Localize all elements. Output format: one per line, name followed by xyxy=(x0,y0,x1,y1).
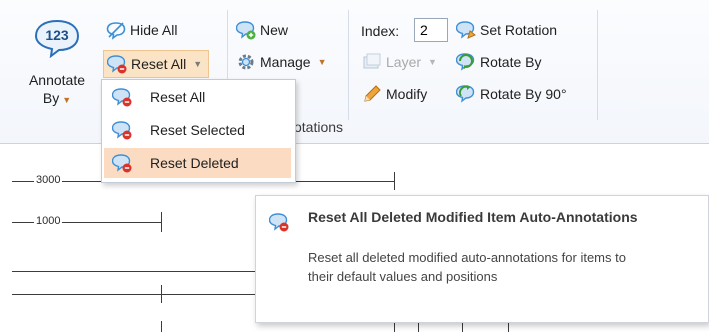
hide-all-label: Hide All xyxy=(130,22,178,38)
reset-all-label: Reset All xyxy=(131,56,187,72)
rotate-by-button[interactable]: Rotate By xyxy=(456,52,541,72)
dimension-tick xyxy=(161,212,162,232)
annotate-123-icon: 123 xyxy=(33,18,81,59)
modify-button[interactable]: Modify xyxy=(362,84,427,104)
index-label: Index: xyxy=(361,23,400,39)
chevron-down-icon: ▼ xyxy=(193,59,203,69)
tooltip-title: Reset All Deleted Modified Item Auto-Ann… xyxy=(308,209,638,225)
layer-button[interactable]: Layer ▼ xyxy=(362,52,437,72)
chevron-down-icon: ▼ xyxy=(62,95,72,105)
layer-label: Layer xyxy=(386,54,422,70)
tooltip-reset-icon xyxy=(268,212,289,232)
rotate-by-90-label: Rotate By 90° xyxy=(480,86,567,102)
manage-button[interactable]: Manage ▼ xyxy=(236,52,327,72)
drawing-line xyxy=(12,294,262,295)
annotate-by-button[interactable]: 123 Annotate By ▼ xyxy=(22,8,92,128)
dimension-tick xyxy=(394,172,395,190)
annotate-icon-text: 123 xyxy=(45,27,69,43)
drawing-tick xyxy=(462,322,463,332)
drawing-tick xyxy=(418,322,419,332)
chevron-down-icon: ▼ xyxy=(428,57,437,67)
modify-pencil-icon xyxy=(362,84,382,104)
annotate-by-label-line1: Annotate xyxy=(28,72,86,88)
set-rotation-button[interactable]: Set Rotation xyxy=(456,20,557,40)
hide-all-button[interactable]: Hide All xyxy=(106,20,177,40)
annotate-by-label-line2: By ▼ xyxy=(22,90,92,106)
ribbon-separator xyxy=(597,10,598,120)
drawing-tick xyxy=(161,285,162,303)
menu-item-label: Reset Deleted xyxy=(150,155,239,171)
new-annotation-button[interactable]: New xyxy=(236,20,288,40)
menu-item-reset-selected[interactable]: Reset Selected xyxy=(104,115,291,145)
chevron-down-icon: ▼ xyxy=(317,57,327,67)
rotate-by-label: Rotate By xyxy=(480,54,542,70)
modify-label: Modify xyxy=(386,86,428,102)
layer-icon xyxy=(362,52,382,72)
manage-label: Manage xyxy=(260,54,311,70)
reset-annotation-icon xyxy=(112,120,132,140)
new-annotation-icon xyxy=(236,20,256,40)
drawing-tick xyxy=(508,322,509,332)
drawing-tick xyxy=(394,322,395,332)
dimension-3000-label: 3000 xyxy=(34,174,63,186)
reset-annotation-icon xyxy=(107,54,127,74)
menu-item-reset-deleted[interactable]: Reset Deleted xyxy=(104,148,291,178)
drawing-line xyxy=(12,271,262,272)
hide-annotation-icon xyxy=(106,20,126,40)
ribbon-group-label: otations xyxy=(294,119,344,135)
reset-annotation-icon xyxy=(112,87,132,107)
tooltip-body: Reset all deleted modified auto-annotati… xyxy=(308,250,626,284)
rotate-by-90-icon xyxy=(456,84,476,104)
drawing-tick xyxy=(161,321,162,332)
menu-item-label: Reset Selected xyxy=(150,122,245,138)
new-label: New xyxy=(260,22,289,38)
reset-deleted-tooltip: Reset All Deleted Modified Item Auto-Ann… xyxy=(255,195,709,323)
rotate-by-90-button[interactable]: Rotate By 90° xyxy=(456,84,567,104)
set-rotation-label: Set Rotation xyxy=(480,22,558,38)
manage-gear-icon xyxy=(236,52,256,72)
set-rotation-icon xyxy=(456,20,476,40)
reset-annotation-icon xyxy=(112,153,132,173)
index-input[interactable] xyxy=(414,18,448,42)
annotate-by-label-text: By xyxy=(42,90,60,106)
rotate-by-icon xyxy=(456,52,476,72)
dimension-1000-label: 1000 xyxy=(34,215,63,227)
menu-item-label: Reset All xyxy=(150,89,206,105)
menu-item-reset-all[interactable]: Reset All xyxy=(104,82,291,112)
reset-all-split-button[interactable]: Reset All ▼ xyxy=(103,50,210,78)
reset-all-dropdown-menu: Reset All Reset Selected Reset Deleted xyxy=(101,79,296,183)
ribbon-separator xyxy=(348,10,349,120)
